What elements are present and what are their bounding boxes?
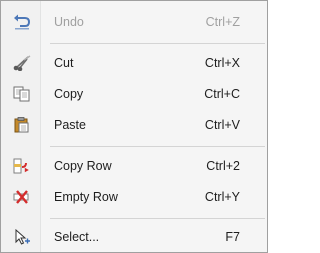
context-menu: Undo Ctrl+Z Cut Ctrl+X Copy Ctrl+C Paste… bbox=[0, 0, 268, 253]
paste-icon bbox=[13, 117, 31, 133]
empty-row-icon bbox=[13, 189, 31, 205]
menu-item-label: Undo bbox=[54, 15, 84, 29]
menu-separator bbox=[50, 218, 265, 219]
cut-icon bbox=[13, 55, 31, 72]
select-icon bbox=[13, 228, 31, 245]
copy-row-icon bbox=[13, 158, 31, 174]
menu-item-copy[interactable]: Copy Ctrl+C bbox=[3, 79, 265, 109]
menu-item-copy-row[interactable]: Copy Row Ctrl+2 bbox=[3, 151, 265, 181]
undo-icon bbox=[13, 14, 31, 30]
menu-item-shortcut: Ctrl+V bbox=[204, 118, 240, 132]
menu-item-paste[interactable]: Paste Ctrl+V bbox=[3, 110, 265, 140]
menu-item-shortcut: Ctrl+2 bbox=[206, 159, 240, 173]
menu-item-undo[interactable]: Undo Ctrl+Z bbox=[3, 7, 265, 37]
menu-item-label: Select... bbox=[54, 230, 100, 244]
menu-item-shortcut: F7 bbox=[225, 230, 240, 244]
menu-item-label: Paste bbox=[54, 118, 86, 132]
menu-item-shortcut: Ctrl+Y bbox=[204, 190, 240, 204]
menu-separator bbox=[50, 43, 265, 44]
menu-item-shortcut: Ctrl+Z bbox=[205, 15, 240, 29]
copy-icon bbox=[13, 86, 31, 102]
menu-item-shortcut: Ctrl+C bbox=[204, 87, 240, 101]
menu-item-label: Empty Row bbox=[54, 190, 118, 204]
menu-item-label: Cut bbox=[54, 56, 74, 70]
menu-separator bbox=[50, 146, 265, 147]
menu-item-cut[interactable]: Cut Ctrl+X bbox=[3, 48, 265, 78]
menu-item-label: Copy bbox=[54, 87, 84, 101]
menu-item-shortcut: Ctrl+X bbox=[204, 56, 240, 70]
menu-item-label: Copy Row bbox=[54, 159, 112, 173]
menu-item-empty-row[interactable]: Empty Row Ctrl+Y bbox=[3, 182, 265, 212]
menu-item-select[interactable]: Select... F7 bbox=[3, 222, 265, 252]
